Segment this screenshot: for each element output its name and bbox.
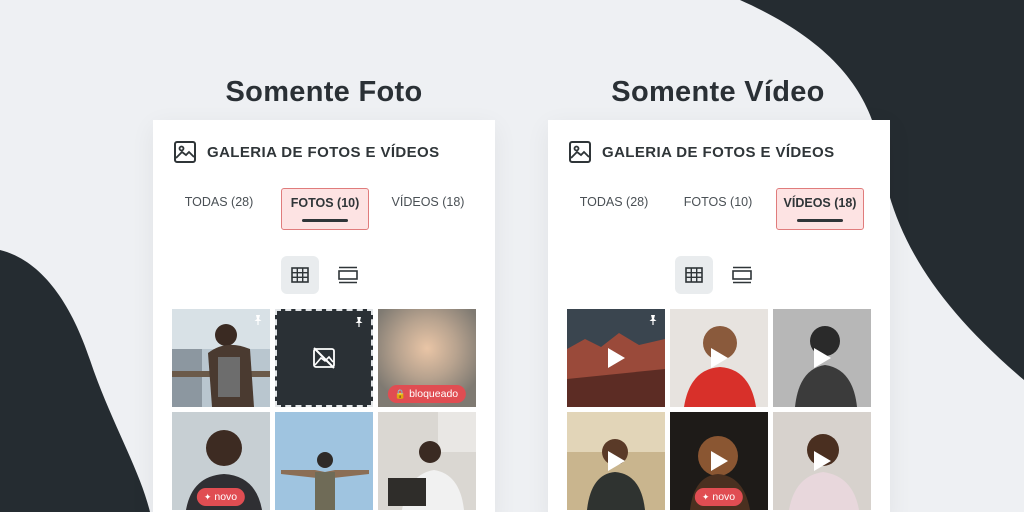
- gallery-header: GALERIA DE FOTOS E VÍDEOS: [173, 140, 440, 164]
- list-view-button[interactable]: [329, 256, 367, 294]
- active-tab-underline: [302, 219, 348, 222]
- media-item[interactable]: [275, 412, 373, 510]
- new-badge: ✦ novo: [196, 488, 246, 506]
- media-item[interactable]: [670, 309, 768, 407]
- tab-photos[interactable]: FOTOS (10): [676, 188, 760, 230]
- grid-view-button[interactable]: [675, 256, 713, 294]
- media-item[interactable]: [567, 309, 665, 407]
- photo-thumbnail: [378, 412, 476, 510]
- image-icon: [174, 141, 196, 163]
- play-icon: [608, 348, 625, 368]
- media-item[interactable]: ✦ novo: [172, 412, 270, 510]
- tab-label: FOTOS (10): [290, 196, 360, 210]
- tab-label: VÍDEOS (18): [783, 196, 857, 210]
- pin-icon: [254, 315, 262, 325]
- tab-videos[interactable]: VÍDEOS (18): [385, 188, 471, 230]
- play-icon: [608, 451, 625, 471]
- badge-label: novo: [712, 491, 736, 503]
- badge-label: bloqueado: [409, 388, 459, 400]
- media-item[interactable]: [378, 412, 476, 510]
- play-icon: [814, 348, 831, 368]
- new-badge: ✦ novo: [694, 488, 744, 506]
- badge-label: novo: [214, 491, 238, 503]
- play-icon: [711, 348, 728, 368]
- lock-icon: 🔒: [394, 389, 407, 399]
- grid-icon: [685, 267, 703, 283]
- tab-videos[interactable]: VÍDEOS (18): [776, 188, 864, 230]
- media-item[interactable]: [567, 412, 665, 510]
- media-item[interactable]: [172, 309, 270, 407]
- heading-video-only: Somente Vídeo: [611, 76, 825, 108]
- tab-label: VÍDEOS (18): [391, 195, 465, 209]
- gallery-title: GALERIA DE FOTOS E VÍDEOS: [602, 143, 835, 161]
- list-icon: [732, 266, 752, 284]
- heading-photo-only: Somente Foto: [225, 76, 423, 108]
- gallery-panel-photos: GALERIA DE FOTOS E VÍDEOS TODAS (28) FOT…: [153, 120, 495, 512]
- grid-view-button[interactable]: [281, 256, 319, 294]
- media-item[interactable]: [773, 412, 871, 510]
- sparkle-icon: ✦: [203, 492, 212, 502]
- play-icon: [711, 451, 728, 471]
- tab-label: TODAS (28): [184, 195, 254, 209]
- media-item[interactable]: 🔒 bloqueado: [378, 309, 476, 407]
- photo-thumbnail: [275, 412, 373, 510]
- active-tab-underline: [797, 219, 843, 222]
- list-icon: [338, 266, 358, 284]
- pin-icon: [355, 317, 363, 327]
- sparkle-icon: ✦: [701, 492, 710, 502]
- media-item[interactable]: ✦ novo: [670, 412, 768, 510]
- locked-badge: 🔒 bloqueado: [387, 385, 467, 403]
- tab-photos[interactable]: FOTOS (10): [281, 188, 369, 230]
- tab-all[interactable]: TODAS (28): [177, 188, 261, 230]
- play-icon: [814, 451, 831, 471]
- gallery-header: GALERIA DE FOTOS E VÍDEOS: [568, 140, 835, 164]
- grid-icon: [291, 267, 309, 283]
- pin-icon: [649, 315, 657, 325]
- gallery-panel-videos: GALERIA DE FOTOS E VÍDEOS TODAS (28) FOT…: [548, 120, 890, 512]
- media-item[interactable]: [773, 309, 871, 407]
- media-item[interactable]: [275, 309, 373, 407]
- tab-all[interactable]: TODAS (28): [572, 188, 656, 230]
- image-icon: [569, 141, 591, 163]
- tab-label: TODAS (28): [579, 195, 649, 209]
- list-view-button[interactable]: [723, 256, 761, 294]
- no-image-icon: [313, 347, 335, 369]
- tab-label: FOTOS (10): [683, 195, 753, 209]
- gallery-title: GALERIA DE FOTOS E VÍDEOS: [207, 143, 440, 161]
